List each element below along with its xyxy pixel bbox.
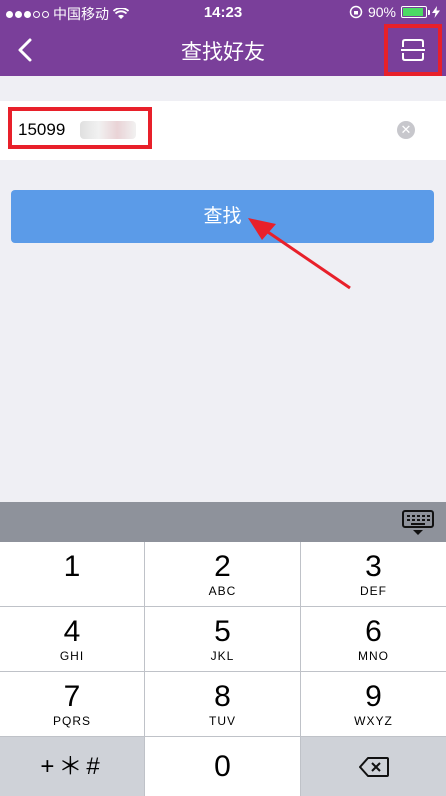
scan-button[interactable] — [384, 24, 442, 76]
key-8-letters: TUV — [209, 714, 236, 728]
hide-keyboard-button[interactable] — [400, 509, 436, 537]
key-8[interactable]: 8 TUV — [145, 672, 300, 736]
key-7-letters: PQRS — [52, 714, 91, 728]
key-7-number: 7 — [63, 680, 81, 713]
rotation-lock-icon — [349, 5, 363, 19]
key-4-letters: GHI — [59, 649, 85, 663]
battery-icon — [401, 6, 430, 18]
status-right: 90% — [349, 4, 440, 20]
key-5-letters: JKL — [210, 649, 235, 663]
nav-bar: 查找好友 — [0, 24, 446, 76]
delete-key[interactable] — [301, 737, 446, 796]
numeric-keypad: 1 2 ABC 3 DEF 4 GHI 5 JKL 6 MNO 7 PQRS 8… — [0, 542, 446, 796]
key-2-letters: ABC — [208, 584, 237, 598]
key-3[interactable]: 3 DEF — [301, 542, 446, 606]
status-bar: 中国移动 14:23 90% — [0, 0, 446, 24]
battery-level — [403, 8, 423, 16]
key-1[interactable]: 1 — [0, 542, 144, 606]
page-title: 查找好友 — [181, 41, 265, 64]
key-2[interactable]: 2 ABC — [145, 542, 300, 606]
key-9[interactable]: 9 WXYZ — [301, 672, 446, 736]
key-5-number: 5 — [214, 615, 231, 648]
scan-icon — [401, 39, 425, 61]
battery-percent: 90% — [367, 4, 396, 20]
key-8-number: 8 — [214, 680, 231, 713]
key-6[interactable]: 6 MNO — [301, 607, 446, 671]
key-9-letters: WXYZ — [354, 714, 393, 728]
keyboard-icon — [402, 510, 434, 535]
keyboard-toolbar — [0, 502, 446, 542]
key-3-number: 3 — [365, 550, 382, 583]
clear-icon[interactable]: ✕ — [397, 121, 415, 139]
key-4-number: 4 — [63, 615, 81, 648]
key-2-number: 2 — [214, 550, 231, 583]
find-button[interactable]: 查找 — [11, 190, 434, 243]
symbols-label: +＊# — [40, 753, 104, 780]
key-3-letters: DEF — [360, 584, 387, 598]
search-input-highlight — [8, 107, 152, 149]
charging-icon — [432, 6, 440, 18]
key-5[interactable]: 5 JKL — [145, 607, 300, 671]
search-row — [0, 101, 446, 160]
key-0[interactable]: 0 — [145, 737, 300, 796]
key-6-number: 6 — [365, 615, 382, 648]
redacted-digits — [80, 121, 136, 139]
key-1-number: 1 — [63, 550, 81, 583]
key-4[interactable]: 4 GHI — [0, 607, 144, 671]
key-9-number: 9 — [365, 680, 382, 713]
key-7[interactable]: 7 PQRS — [0, 672, 144, 736]
backspace-icon — [358, 757, 389, 777]
key-0-number: 0 — [214, 750, 231, 783]
key-6-letters: MNO — [358, 649, 389, 663]
key-symbols[interactable]: +＊# — [0, 737, 144, 796]
